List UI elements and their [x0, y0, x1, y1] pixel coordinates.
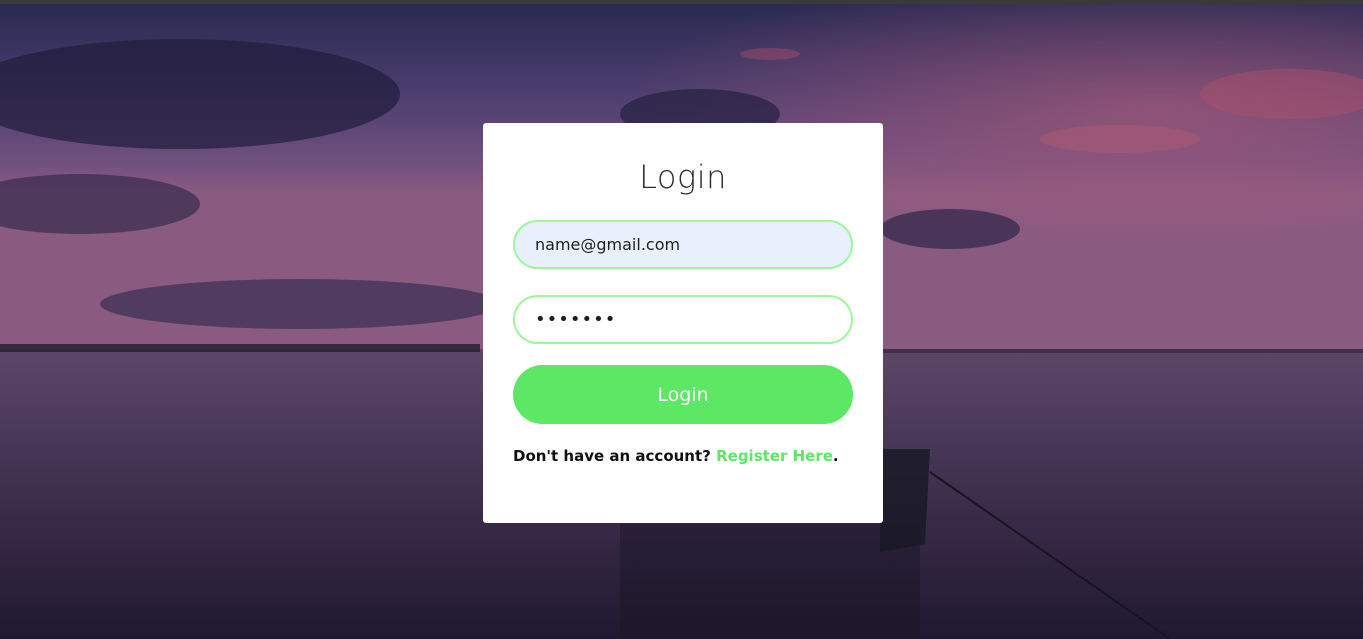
password-field[interactable]: [513, 295, 853, 344]
login-page: Login Login Don't have an account? Regis…: [0, 0, 1363, 639]
login-title: Login: [639, 158, 727, 196]
register-link[interactable]: Register Here: [716, 447, 833, 465]
email-field[interactable]: [513, 220, 853, 269]
login-button[interactable]: Login: [513, 365, 853, 424]
register-prompt-suffix: .: [832, 447, 839, 465]
register-prompt-text: Don't have an account?: [513, 447, 711, 465]
login-card: Login Login Don't have an account? Regis…: [483, 123, 883, 523]
register-prompt: Don't have an account? Register Here.: [513, 447, 839, 465]
